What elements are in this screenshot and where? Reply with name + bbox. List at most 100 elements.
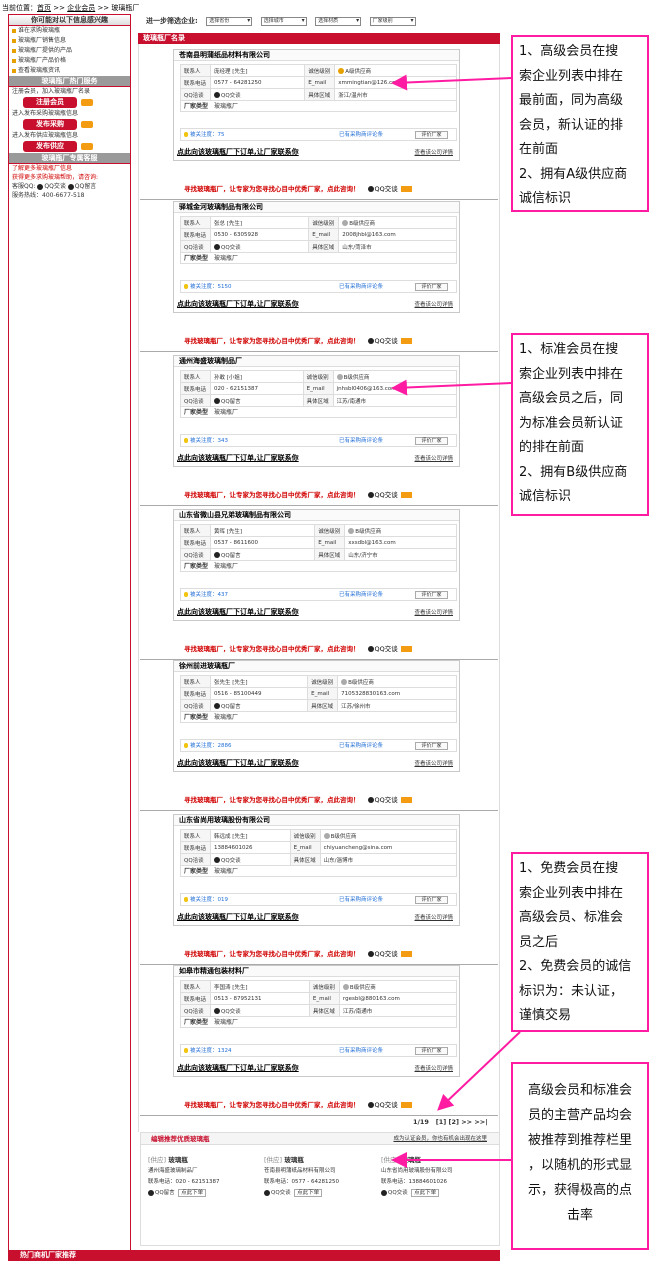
banner-qq-text[interactable]: QQ交谈 xyxy=(375,185,398,193)
rate-button[interactable]: 评价厂家 xyxy=(415,437,448,445)
rate-button[interactable]: 评价厂家 xyxy=(415,591,448,599)
rate-button[interactable]: 评价厂家 xyxy=(415,1047,448,1055)
qq-text[interactable]: QQ交谈 xyxy=(221,858,241,864)
details-link[interactable]: 查看该公司详情 xyxy=(414,148,453,156)
banner-qq[interactable]: QQ交谈 xyxy=(367,491,398,499)
pager[interactable]: 1/19 [1] [2] >> >>| xyxy=(413,1118,488,1126)
company-name[interactable]: 山东省微山县兄弟玻璃制品有限公司 xyxy=(174,510,459,521)
rec-order-button[interactable]: 点此下单 xyxy=(411,1189,440,1197)
post-supply-button[interactable]: 发布供应 xyxy=(23,141,77,152)
qq-text[interactable]: QQ交谈 xyxy=(221,93,241,99)
order-link[interactable]: 点此向该玻璃瓶厂下订单,让厂家联系你 xyxy=(177,299,299,309)
sidebar-link[interactable]: 查看玻璃瓶资讯 xyxy=(9,66,130,76)
province-select[interactable]: 选择省份 xyxy=(206,16,253,26)
rec-qq[interactable]: QQ交谈 xyxy=(271,1190,291,1196)
order-link[interactable]: 点此向该玻璃瓶厂下订单,让厂家联系你 xyxy=(177,1063,299,1073)
banner-qq-text[interactable]: QQ交谈 xyxy=(375,645,398,653)
email-value[interactable]: 2008jhbl@163.com xyxy=(338,228,457,241)
banner-qq-text[interactable]: QQ交谈 xyxy=(375,337,398,345)
banner-qq[interactable]: QQ交谈 xyxy=(367,645,398,653)
rec-product[interactable]: 玻璃瓶 xyxy=(168,1156,188,1164)
banner-qq[interactable]: QQ交谈 xyxy=(367,796,398,804)
order-link[interactable]: 点此向该玻璃瓶厂下订单,让厂家联系你 xyxy=(177,912,299,922)
qq-value[interactable]: QQ留言 xyxy=(210,394,304,407)
banner-qq-text[interactable]: QQ交谈 xyxy=(375,796,398,804)
sidebar-link[interactable]: 谁在求购玻璃瓶 xyxy=(9,26,130,36)
order-link[interactable]: 点此向该玻璃瓶厂下订单,让厂家联系你 xyxy=(177,147,299,157)
rec-product[interactable]: 玻璃瓶 xyxy=(284,1156,304,1164)
evaluations-link[interactable]: 已有采购商评论条 xyxy=(339,589,383,602)
qq-value[interactable]: QQ留言 xyxy=(209,699,309,712)
rec-qq[interactable]: QQ交谈 xyxy=(388,1190,408,1196)
email-value[interactable]: jnhsbl0406@163.com xyxy=(332,382,458,395)
consult-banner[interactable]: 寻找玻璃瓶厂，让专家为您寻找心目中优秀厂家，点此咨询！ QQ交谈 xyxy=(184,336,412,346)
email-value[interactable]: chiyuancheng@sina.com xyxy=(319,841,458,854)
evaluations-link[interactable]: 已有采购商评论条 xyxy=(339,435,383,448)
support-qq-chat[interactable]: QQ交谈 xyxy=(44,183,65,190)
sidebar-link[interactable]: 玻璃瓶厂产品价格 xyxy=(9,56,130,66)
email-value[interactable]: xmmingtian@126.com xyxy=(334,76,457,89)
rate-button[interactable]: 评价厂家 xyxy=(415,131,448,139)
email-value[interactable]: rgesbl@880163.com xyxy=(338,992,458,1005)
company-name[interactable]: 驿城金河玻璃制品有限公司 xyxy=(174,202,459,213)
consult-banner[interactable]: 寻找玻璃瓶厂，让专家为您寻找心目中优秀厂家，点此咨询！ QQ交谈 xyxy=(184,644,412,654)
company-name[interactable]: 苍南县明蒲纸品材料有限公司 xyxy=(174,50,459,61)
company-name[interactable]: 山东省尚用玻璃股份有限公司 xyxy=(174,815,459,826)
evaluations-link[interactable]: 已有采购商评论条 xyxy=(339,740,383,753)
qq-value[interactable]: QQ交谈 xyxy=(209,240,310,253)
banner-qq[interactable]: QQ交谈 xyxy=(367,950,398,958)
sidebar-link[interactable]: 玻璃瓶厂销售信息 xyxy=(9,36,130,46)
company-name[interactable]: 如皋市精通包装材料厂 xyxy=(174,966,459,977)
qq-text[interactable]: QQ交谈 xyxy=(221,245,241,251)
qq-value[interactable]: QQ交谈 xyxy=(210,1004,310,1017)
rate-button[interactable]: 评价厂家 xyxy=(415,283,448,291)
register-button[interactable]: 注册会员 xyxy=(23,97,77,108)
banner-qq[interactable]: QQ交谈 xyxy=(367,1101,398,1109)
details-link[interactable]: 查看该公司详情 xyxy=(414,454,453,462)
rec-order-button[interactable]: 点此下单 xyxy=(178,1189,207,1197)
details-link[interactable]: 查看该公司详情 xyxy=(414,300,453,308)
company-name[interactable]: 通州海盛玻璃制品厂 xyxy=(174,356,459,367)
consult-banner-text[interactable]: 寻找玻璃瓶厂，让专家为您寻找心目中优秀厂家，点此咨询！ xyxy=(184,796,360,804)
company-name[interactable]: 徐州前进玻璃瓶厂 xyxy=(174,661,459,672)
breadcrumb-home[interactable]: 首页 xyxy=(37,4,51,12)
qq-value[interactable]: QQ留言 xyxy=(209,548,316,561)
qq-text[interactable]: QQ留言 xyxy=(221,553,241,559)
banner-qq-text[interactable]: QQ交谈 xyxy=(375,491,398,499)
details-link[interactable]: 查看该公司详情 xyxy=(414,913,453,921)
consult-banner-text[interactable]: 寻找玻璃瓶厂，让专家为您寻找心目中优秀厂家，点此咨询！ xyxy=(184,645,360,653)
details-link[interactable]: 查看该公司详情 xyxy=(414,608,453,616)
order-link[interactable]: 点此向该玻璃瓶厂下订单,让厂家联系你 xyxy=(177,607,299,617)
email-value[interactable]: 7105328830163.com xyxy=(337,687,457,700)
order-link[interactable]: 点此向该玻璃瓶厂下订单,让厂家联系你 xyxy=(177,758,299,768)
material-select[interactable]: 选择材质 xyxy=(315,16,362,26)
qq-text[interactable]: QQ留言 xyxy=(221,399,241,405)
page-links[interactable]: [1] [2] >> >>| xyxy=(436,1118,488,1126)
email-value[interactable]: xxsdbl@163.com xyxy=(344,536,457,549)
sidebar-link[interactable]: 玻璃瓶厂提供的产品 xyxy=(9,46,130,56)
consult-banner[interactable]: 寻找玻璃瓶厂，让专家为您寻找心目中优秀厂家，点此咨询！ QQ交谈 xyxy=(184,795,412,805)
consult-banner[interactable]: 寻找玻璃瓶厂，让专家为您寻找心目中优秀厂家，点此咨询！ QQ交谈 xyxy=(184,949,412,959)
consult-banner-text[interactable]: 寻找玻璃瓶厂，让专家为您寻找心目中优秀厂家，点此咨询！ xyxy=(184,950,360,958)
evaluations-link[interactable]: 已有采购商评论条 xyxy=(339,894,383,907)
banner-qq[interactable]: QQ交谈 xyxy=(367,185,398,193)
support-qq-message[interactable]: QQ留言 xyxy=(75,183,96,190)
qq-text[interactable]: QQ留言 xyxy=(221,704,241,710)
consult-banner-text[interactable]: 寻找玻璃瓶厂，让专家为您寻找心目中优秀厂家，点此咨询！ xyxy=(184,185,360,193)
banner-qq-text[interactable]: QQ交谈 xyxy=(375,1101,398,1109)
breadcrumb-section[interactable]: 企业会员 xyxy=(67,4,95,12)
post-buy-button[interactable]: 发布采购 xyxy=(23,119,77,130)
evaluations-link[interactable]: 已有采购商评论条 xyxy=(339,1045,383,1058)
order-link[interactable]: 点此向该玻璃瓶厂下订单,让厂家联系你 xyxy=(177,453,299,463)
consult-banner-text[interactable]: 寻找玻璃瓶厂，让专家为您寻找心目中优秀厂家，点此咨询！ xyxy=(184,491,360,499)
consult-banner[interactable]: 寻找玻璃瓶厂，让专家为您寻找心目中优秀厂家，点此咨询！ QQ交谈 xyxy=(184,490,412,500)
banner-qq[interactable]: QQ交谈 xyxy=(367,337,398,345)
rate-button[interactable]: 评价厂家 xyxy=(415,742,448,750)
consult-banner-text[interactable]: 寻找玻璃瓶厂，让专家为您寻找心目中优秀厂家，点此咨询！ xyxy=(184,337,360,345)
consult-banner[interactable]: 寻找玻璃瓶厂，让专家为您寻找心目中优秀厂家，点此咨询！ QQ交谈 xyxy=(184,1100,412,1110)
qq-value[interactable]: QQ交谈 xyxy=(209,88,306,101)
evaluations-link[interactable]: 已有采购商评论条 xyxy=(339,129,383,142)
details-link[interactable]: 查看该公司详情 xyxy=(414,759,453,767)
rate-button[interactable]: 评价厂家 xyxy=(415,896,448,904)
consult-banner[interactable]: 寻找玻璃瓶厂，让专家为您寻找心目中优秀厂家，点此咨询！ QQ交谈 xyxy=(184,184,412,194)
